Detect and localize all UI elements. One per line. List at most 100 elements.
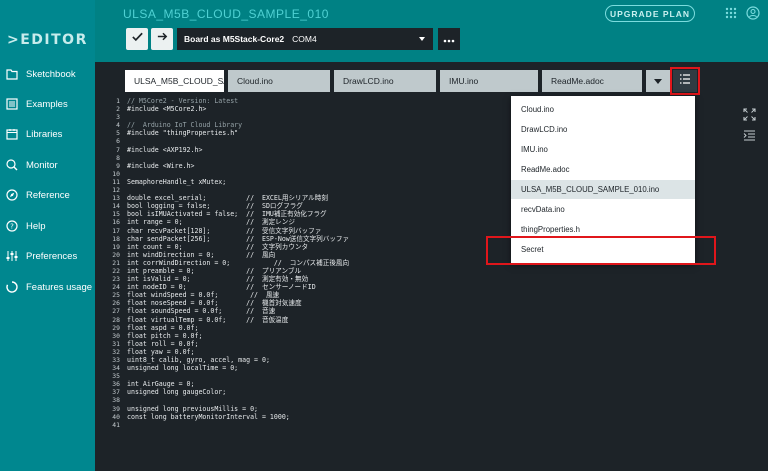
sidebar-item-preferences[interactable]: Preferences — [0, 245, 95, 267]
code-line[interactable]: int preamble = 0; // プリアンブル — [127, 267, 507, 275]
line-number: 24 — [112, 283, 120, 292]
sidebar-item-libraries[interactable]: Libraries — [0, 123, 95, 145]
tab-drawlcd[interactable]: DrawLCD.ino — [334, 70, 436, 92]
code-line[interactable]: int range = 0; // 測定レンジ — [127, 218, 507, 226]
code-line[interactable]: unsigned long previousMillis = 0; — [127, 405, 507, 413]
code-line[interactable]: int windDirection = 0; // 風向 — [127, 251, 507, 259]
line-number: 5 — [116, 129, 120, 138]
code-line[interactable] — [127, 186, 507, 194]
code-line[interactable] — [127, 396, 507, 404]
menu-item-recvdata[interactable]: recvData.ino — [511, 200, 695, 219]
code-line[interactable]: float aspd = 0.0f; — [127, 324, 507, 332]
code-line[interactable]: bool isIMUActivated = false; // IMU補正有効化… — [127, 210, 507, 218]
sidebar-item-reference[interactable]: Reference — [0, 184, 95, 206]
tab-readme[interactable]: ReadMe.adoc — [542, 70, 642, 92]
menu-item-drawlcd[interactable]: DrawLCD.ino — [511, 120, 695, 139]
libraries-icon — [5, 127, 19, 141]
sidebar-item-sketchbook[interactable]: Sketchbook — [0, 63, 95, 85]
reference-icon — [5, 188, 19, 202]
line-number: 12 — [112, 186, 120, 195]
sidebar: >EDITOR Sketchbook Examples Libraries Mo… — [0, 0, 95, 471]
line-number: 20 — [112, 250, 120, 259]
sidebar-item-features-usage[interactable]: Features usage — [0, 276, 95, 298]
line-number: 15 — [112, 210, 120, 219]
features-usage-icon — [5, 280, 19, 294]
line-number: 32 — [112, 347, 120, 356]
code-line[interactable]: float soundSpeed = 0.0f; // 音速 — [127, 307, 507, 315]
sidebar-item-label: Reference — [26, 189, 70, 201]
code-line[interactable]: #include <Wire.h> — [127, 162, 507, 170]
code-line[interactable]: int nodeID = 0; // センサーノードID — [127, 283, 507, 291]
sidebar-item-label: Help — [26, 220, 46, 232]
code-line[interactable]: int corrWindDirection = 0; // コンパス補正後風向 — [127, 259, 507, 267]
code-line[interactable]: int isValid = 0; // 測定有効・無効 — [127, 275, 507, 283]
menu-item-main-sketch[interactable]: ULSA_M5B_CLOUD_SAMPLE_010.ino — [511, 180, 695, 199]
tab-imu[interactable]: IMU.ino — [440, 70, 538, 92]
line-number: 11 — [112, 177, 120, 186]
code-line[interactable]: double excel_serial; // EXCEL用シリアル時刻 — [127, 194, 507, 202]
line-number: 17 — [112, 226, 120, 235]
board-name: Board as M5Stack-Core2 — [184, 34, 285, 44]
highlight-box — [486, 236, 716, 265]
tab-main-sketch[interactable]: ULSA_M5B_CLOUD_SAM — [125, 70, 224, 92]
code-line[interactable]: // Arduino IoT Cloud Library — [127, 121, 507, 129]
line-number: 16 — [112, 218, 120, 227]
code-line[interactable] — [127, 154, 507, 162]
line-number: 30 — [112, 331, 120, 340]
sidebar-item-label: Preferences — [26, 250, 78, 262]
code-line[interactable]: // M5Core2 - Version: Latest — [127, 97, 507, 105]
tabs-dropdown-button[interactable] — [646, 70, 670, 92]
upgrade-plan-button[interactable]: UPGRADE PLAN — [605, 5, 695, 22]
line-number: 9 — [116, 161, 120, 170]
account-icon[interactable] — [746, 6, 760, 20]
code-area[interactable]: // M5Core2 - Version: Latest #include <M5… — [127, 97, 507, 429]
code-line[interactable]: unsigned long localTime = 0; — [127, 364, 507, 372]
line-number: 28 — [112, 315, 120, 324]
code-line[interactable] — [127, 113, 507, 121]
code-line[interactable]: float noseSpeed = 0.0f; // 機首対気速度 — [127, 299, 507, 307]
code-line[interactable]: uint8_t calib, gyro, accel, mag = 0; — [127, 356, 507, 364]
line-number: 26 — [112, 299, 120, 308]
sidebar-item-monitor[interactable]: Monitor — [0, 154, 95, 176]
code-line[interactable]: float windSpeed = 0.0f; // 風速 — [127, 291, 507, 299]
code-line[interactable]: SemaphoreHandle_t xMutex; — [127, 178, 507, 186]
board-select[interactable]: Board as M5Stack-Core2 COM4 — [177, 28, 433, 50]
line-number: 14 — [112, 202, 120, 211]
code-line[interactable]: #include <AXP192.h> — [127, 146, 507, 154]
indent-icon[interactable] — [743, 129, 756, 142]
apps-grid-icon[interactable] — [724, 6, 738, 20]
line-number: 38 — [112, 396, 120, 405]
sidebar-item-examples[interactable]: Examples — [0, 93, 95, 115]
code-line[interactable] — [127, 137, 507, 145]
verify-button[interactable] — [126, 28, 148, 50]
code-line[interactable]: #include "thingProperties.h" — [127, 129, 507, 137]
code-line[interactable]: int count = 0; // 文字列カウンタ — [127, 243, 507, 251]
menu-item-readme[interactable]: ReadMe.adoc — [511, 160, 695, 179]
code-line[interactable]: unsigned long gaugeColor; — [127, 388, 507, 396]
sidebar-item-help[interactable]: ? Help — [0, 215, 95, 237]
code-line[interactable]: bool logging = false; // SDログフラグ — [127, 202, 507, 210]
more-options-button[interactable] — [438, 28, 460, 50]
code-line[interactable]: float roll = 0.0f; — [127, 340, 507, 348]
sidebar-item-label: Libraries — [26, 128, 63, 140]
code-line[interactable]: char recvPacket[128]; // 受信文字列バッファ — [127, 227, 507, 235]
expand-icon[interactable] — [743, 108, 756, 121]
code-line[interactable]: float virtualTemp = 0.0f; // 音仮温度 — [127, 316, 507, 324]
line-number: 36 — [112, 380, 120, 389]
menu-item-cloud[interactable]: Cloud.ino — [511, 100, 695, 119]
code-line[interactable]: float pitch = 0.0f; — [127, 332, 507, 340]
menu-item-imu[interactable]: IMU.ino — [511, 140, 695, 159]
code-line[interactable] — [127, 170, 507, 178]
line-number: 27 — [112, 307, 120, 316]
tab-cloud[interactable]: Cloud.ino — [228, 70, 330, 92]
line-number: 6 — [116, 137, 120, 146]
upload-button[interactable] — [151, 28, 173, 50]
code-line[interactable]: char sendPacket[256]; // ESP-Now送信文字列バッフ… — [127, 235, 507, 243]
code-line[interactable] — [127, 372, 507, 380]
code-line[interactable]: const long batteryMonitorInterval = 1000… — [127, 413, 507, 421]
sidebar-item-label: Features usage — [26, 281, 93, 293]
code-line[interactable]: float yaw = 0.0f; — [127, 348, 507, 356]
code-line[interactable]: int AirGauge = 0; — [127, 380, 507, 388]
code-line[interactable] — [127, 421, 507, 429]
code-line[interactable]: #include <M5Core2.h> — [127, 105, 507, 113]
